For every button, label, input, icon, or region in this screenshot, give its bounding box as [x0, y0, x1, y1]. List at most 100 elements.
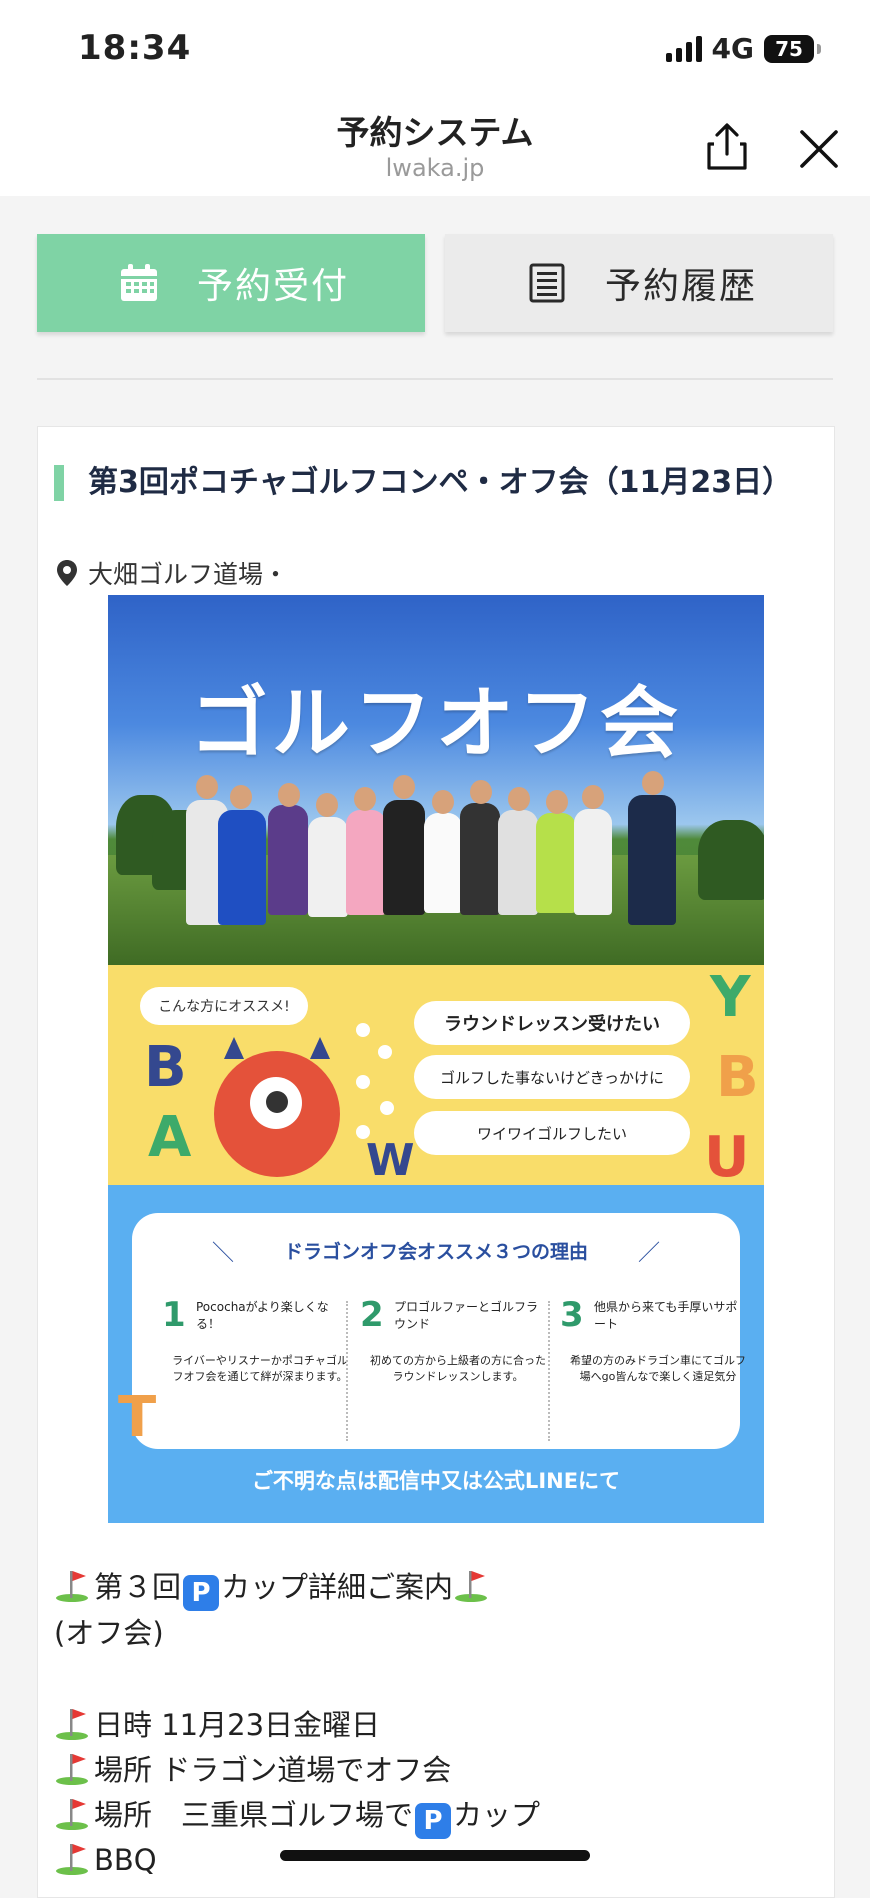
browser-header: 予約システム lwaka.jp	[0, 96, 870, 196]
status-bar: 18:34 4G 75	[0, 0, 870, 96]
divider	[37, 378, 833, 380]
poster-footer: ご不明な点は配信中又は公式LINEにて	[251, 1469, 621, 1493]
location-pin-icon	[57, 560, 77, 586]
tab-history[interactable]: 予約履歴	[445, 234, 833, 332]
monster-pupil	[266, 1091, 288, 1113]
description-subheading: (オフ会)	[54, 1616, 164, 1650]
monster-illustration	[214, 1037, 340, 1177]
detail-item-text: 場所 三重県ゴルフ場で	[94, 1798, 414, 1832]
reason-separator	[346, 1301, 348, 1441]
poster-person	[498, 810, 538, 915]
poster-person-head	[546, 790, 568, 814]
network-type: 4G	[711, 32, 754, 65]
reason-heading: Pocochaがより楽しくなる！	[196, 1300, 329, 1331]
poster-heading: ゴルフオフ会	[189, 679, 682, 769]
poster-person-head	[470, 780, 492, 804]
poster-bubble: こんな方にオススメ!	[140, 987, 308, 1025]
reason-number: 2	[360, 1295, 384, 1335]
poster-letter: A	[148, 1105, 192, 1170]
reasons-box: ＼ ドラゴンオフ会オススメ３つの理由 ／ 1 Pocochaがより楽しくなる！ …	[132, 1213, 746, 1449]
detail-item-text: BBQ	[94, 1843, 157, 1877]
parking-p-icon: P	[183, 1575, 220, 1611]
golf-flag-icon	[56, 1571, 88, 1602]
poster-person-head	[508, 787, 530, 811]
poster-tree	[698, 820, 764, 900]
detail-item: 場所 ドラゴン道場でオフ会	[54, 1748, 814, 1793]
poster-letter: T	[118, 1385, 157, 1450]
poster-person	[218, 810, 266, 925]
event-location-text: 大畑ゴルフ道場・	[88, 560, 289, 589]
reason-heading: プロゴルファーとゴルフラウンド	[394, 1300, 539, 1331]
poster-person-head	[642, 771, 664, 795]
poster-person	[628, 795, 676, 925]
share-icon[interactable]	[700, 120, 754, 174]
status-right: 4G 75	[665, 32, 821, 65]
poster-reasons-section: ＼ ドラゴンオフ会オススメ３つの理由 ／ 1 Pocochaがより楽しくなる！ …	[108, 1185, 764, 1523]
home-indicator[interactable]	[280, 1850, 590, 1861]
detail-item-text: 場所 ドラゴン道場でオフ会	[94, 1753, 452, 1787]
golf-flag-icon	[455, 1571, 488, 1602]
description-heading: 第３回 P カップ詳細ご案内	[54, 1565, 814, 1611]
poster-letter: Y	[710, 965, 751, 1030]
poster-person-head	[582, 785, 604, 809]
monster-horn	[310, 1037, 330, 1059]
poster-person-head	[316, 793, 338, 817]
poster-recommend-section: こんな方にオススメ! ラウンドレッスン受けたい ゴルフした事ないけどきっかけに …	[108, 965, 764, 1190]
poster-letter: U	[704, 1125, 750, 1190]
status-time: 18:34	[78, 28, 192, 68]
poster-letter: W	[366, 1135, 415, 1186]
description-heading-text: 第３回	[94, 1570, 182, 1604]
monster-eye	[250, 1077, 302, 1129]
battery-icon: 75	[764, 34, 821, 63]
recommend-pill: ゴルフした事ないけどきっかけに	[414, 1055, 690, 1099]
poster-person	[346, 810, 386, 915]
decor-slash: ／	[638, 1241, 661, 1266]
event-card: 第3回ポコチャゴルフコンペ・オフ会（11月23日） 大畑ゴルフ道場・ ゴルフオフ…	[37, 426, 835, 1898]
detail-item-text: カップ	[453, 1798, 541, 1832]
golf-flag-icon	[56, 1754, 88, 1785]
golf-flag-icon	[56, 1709, 88, 1740]
reason-heading: 他県から来ても手厚いサポート	[594, 1300, 738, 1331]
description-heading-text: カップ詳細ご案内	[221, 1570, 454, 1604]
poster-person	[536, 813, 576, 913]
decor-dot	[356, 1023, 370, 1037]
poster-person	[424, 813, 462, 913]
poster-person	[383, 800, 425, 915]
detail-item: 日時 11月23日金曜日	[54, 1703, 814, 1748]
golf-flag-icon	[56, 1844, 88, 1875]
monster-horn	[224, 1037, 244, 1059]
recommend-pill: ワイワイゴルフしたい	[414, 1111, 690, 1155]
poster-person	[308, 817, 348, 917]
poster-person-head	[354, 787, 376, 811]
poster-person-head	[278, 783, 300, 807]
decor-dot	[356, 1075, 370, 1089]
tab-reservation-label: 予約受付	[197, 266, 350, 307]
poster-person-head	[393, 775, 415, 799]
reason-body: ライバーやリスナーかポコチャゴルフオフ会を通じて絆が深まります。	[172, 1354, 348, 1383]
signal-icon	[665, 35, 702, 62]
reason-number: 3	[560, 1295, 584, 1335]
recommend-pill: ラウンドレッスン受けたい	[414, 1001, 690, 1045]
detail-item-text: 日時 11月23日金曜日	[94, 1708, 381, 1742]
parking-p-icon: P	[415, 1803, 452, 1839]
poster-photo: ゴルフオフ会	[108, 595, 764, 965]
event-location: 大畑ゴルフ道場・	[56, 555, 288, 591]
list-icon	[529, 263, 565, 303]
poster-person-head	[230, 785, 252, 809]
calendar-icon	[121, 264, 157, 301]
close-icon[interactable]	[792, 122, 846, 176]
poster-person	[574, 809, 612, 915]
poster-letter: B	[144, 1035, 187, 1100]
reason-number: 1	[162, 1295, 186, 1335]
event-title: 第3回ポコチャゴルフコンペ・オフ会（11月23日）	[54, 465, 848, 501]
poster-letter: B	[716, 1045, 759, 1110]
tab-reservation[interactable]: 予約受付	[37, 234, 425, 332]
reason-body: 初めての方から上級者の方に合ったラウンドレッスンします。	[370, 1354, 546, 1383]
decor-dot	[380, 1101, 394, 1115]
detail-item: 場所 三重県ゴルフ場で P カップ	[54, 1793, 814, 1839]
reason-separator	[548, 1301, 550, 1441]
golf-flag-icon	[56, 1799, 88, 1830]
decor-dot	[378, 1045, 392, 1059]
poster-person	[268, 805, 308, 915]
poster-person	[460, 803, 500, 915]
